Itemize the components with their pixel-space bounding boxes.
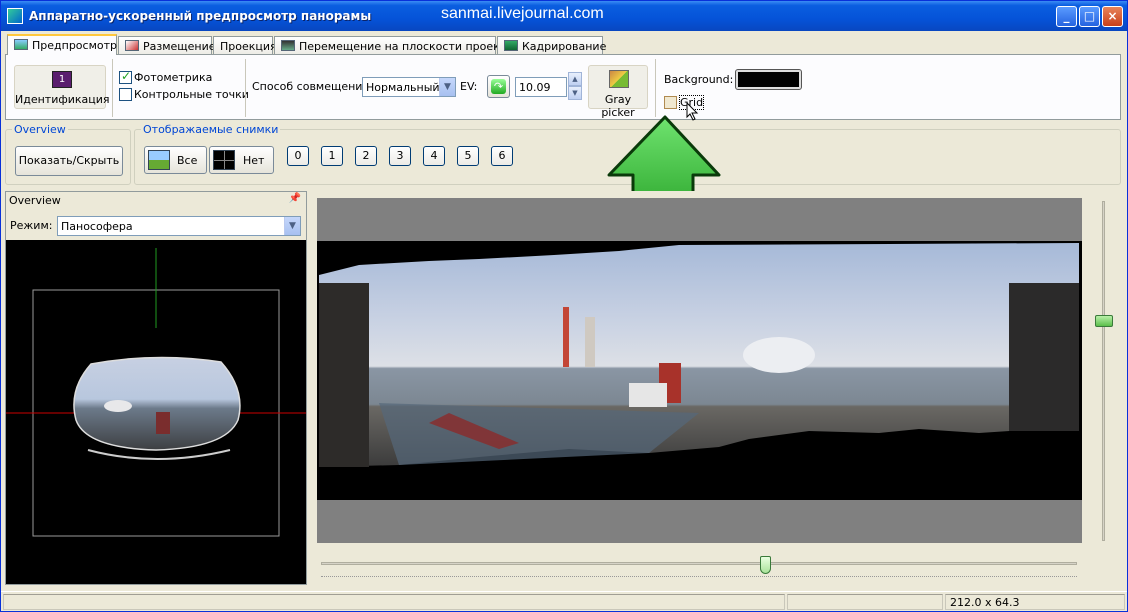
chevron-down-icon: ▼ [439,78,455,96]
grid-checkbox[interactable] [664,96,677,109]
vertical-slider-handle[interactable] [1095,315,1113,327]
layout-icon [125,40,139,51]
app-icon [7,8,23,24]
overview-pane: Overview 📌 Режим: Панософера ▼ [5,191,307,585]
identify-icon: 1 [52,71,72,88]
overview-group-title: Overview [12,123,68,136]
gray-picker-icon [609,70,629,88]
divider [245,59,246,117]
gray-picker-button[interactable]: Gray picker [588,65,648,119]
tab-label: Проекция [220,40,277,53]
image-toggle-5[interactable]: 5 [457,146,479,166]
overview-mode-value: Панософера [61,220,133,233]
blend-mode-value: Нормальный [366,81,440,94]
tab-label: Предпросмотр [32,39,117,52]
image-toggle-0[interactable]: 0 [287,146,309,166]
image-toggle-3[interactable]: 3 [389,146,411,166]
horizontal-slider-track[interactable] [321,562,1077,565]
ev-spinner[interactable]: ▲ ▼ [568,72,582,100]
app-window: Аппаратно-ускоренный предпросмотр панора… [0,0,1128,612]
background-swatch [738,72,799,87]
crop-icon [504,40,518,51]
photometric-label: Фотометрика [134,71,213,84]
control-points-label: Контрольные точки [134,88,249,101]
image-toggle-1[interactable]: 1 [321,146,343,166]
divider [112,59,113,117]
show-none-label: Нет [243,154,265,167]
watermark-text: sanmai.livejournal.com [441,5,604,22]
overview-pane-header: Overview 📌 [6,192,306,210]
photometric-checkbox[interactable] [119,69,132,84]
chevron-down-icon: ▼ [284,217,300,235]
show-all-button[interactable]: Все [144,146,207,174]
identify-button[interactable]: 1 Идентификация [14,65,110,109]
status-cell-main [3,594,785,610]
background-label: Background: [664,73,734,86]
show-hide-overview-button[interactable]: Показать/Скрыть [15,146,123,176]
background-color-button[interactable] [735,69,802,90]
ev-input[interactable]: 10.09 [515,77,567,97]
show-all-label: Все [177,154,198,167]
status-size: 212.0 x 64.3 [945,594,1125,610]
status-bar: 212.0 x 64.3 [1,591,1127,611]
title-bar[interactable]: Аппаратно-ускоренный предпросмотр панора… [1,1,1127,31]
identify-label: Идентификация [15,93,110,106]
blend-mode-select[interactable]: Нормальный ▼ [362,77,456,97]
overview-mode-select[interactable]: Панософера ▼ [57,216,301,236]
tab-move-drag[interactable]: Перемещение на плоскости проекции [274,36,522,55]
vertical-slider-track[interactable] [1102,201,1105,541]
status-cell-empty [787,594,943,610]
image-toggle-2[interactable]: 2 [355,146,377,166]
horizontal-slider-handle[interactable] [760,556,771,574]
image-toggle-4[interactable]: 4 [423,146,445,166]
mode-label: Режим: [10,219,53,232]
tab-label: Размещение [143,40,216,53]
spin-up-icon[interactable]: ▲ [568,72,582,86]
overview-pane-title: Overview [9,194,61,207]
pin-icon[interactable]: 📌 [289,193,301,204]
tab-preview[interactable]: Предпросмотр [7,34,117,55]
minimize-button[interactable]: _ [1056,6,1077,27]
panorama-image [319,243,1079,467]
overview-canvas[interactable] [6,240,306,585]
no-images-icon [213,150,235,170]
reset-ev-button[interactable]: ↷ [487,75,510,98]
overview-mode-row: Режим: Панософера ▼ [6,210,306,240]
divider [655,59,656,117]
image-toggle-6[interactable]: 6 [491,146,513,166]
tab-crop[interactable]: Кадрирование [497,36,607,55]
displayed-images-title: Отображаемые снимки [141,123,281,136]
tab-bar: Предпросмотр Размещение Проекция Перемещ… [5,34,1123,55]
blend-mode-label: Способ совмещения: [252,80,373,93]
control-points-checkbox[interactable] [119,88,132,101]
tab-label: Перемещение на плоскости проекции [299,40,522,53]
slider-ticks [321,576,1077,579]
close-button[interactable]: × [1102,6,1123,27]
move-icon [281,40,295,51]
ev-value: 10.09 [519,81,551,94]
toolbar-panel: 1 Идентификация Фотометрика Контрольные … [5,54,1121,121]
window-title: Аппаратно-ускоренный предпросмотр панора… [29,9,372,23]
show-none-button[interactable]: Нет [209,146,274,174]
all-images-icon [148,150,170,170]
refresh-icon: ↷ [491,79,506,94]
tab-projection[interactable]: Проекция [213,36,277,55]
preview-icon [14,39,28,50]
maximize-button[interactable]: □ [1079,6,1100,27]
spin-down-icon[interactable]: ▼ [568,86,582,100]
tab-label: Кадрирование [522,40,607,53]
ev-label: EV: [460,80,478,93]
tab-layout[interactable]: Размещение [118,36,216,55]
